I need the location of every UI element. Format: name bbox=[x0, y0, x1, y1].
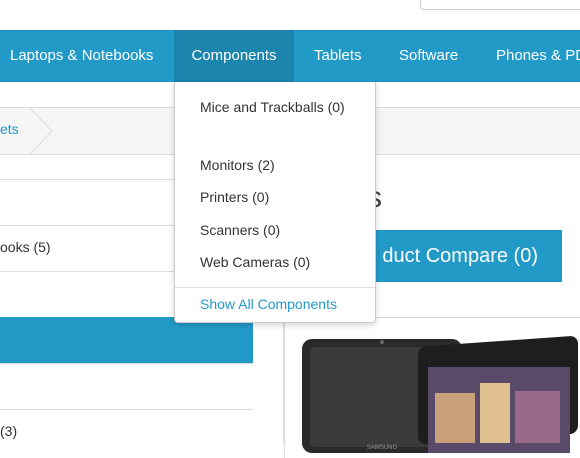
dropdown-item-webcams[interactable]: Web Cameras (0) bbox=[200, 250, 360, 275]
nav-item-software[interactable]: Software bbox=[399, 30, 458, 82]
list-item[interactable] bbox=[0, 363, 253, 410]
nav-item-tablets[interactable]: Tablets bbox=[314, 30, 362, 82]
dropdown-item-printers[interactable]: Printers (0) bbox=[200, 185, 360, 210]
breadcrumb-chevron-icon bbox=[29, 108, 53, 154]
product-card[interactable]: SAMSUNG bbox=[284, 317, 580, 458]
components-dropdown: Mice and Trackballs (0) Monitors (2) Pri… bbox=[174, 82, 376, 323]
dropdown-item-monitors[interactable]: Monitors (2) bbox=[200, 153, 360, 178]
dropdown-item-scanners[interactable]: Scanners (0) bbox=[200, 218, 360, 243]
tablet-image: SAMSUNG bbox=[302, 336, 578, 453]
main-nav: Laptops & Notebooks Components Tablets S… bbox=[0, 30, 580, 82]
nav-item-laptops[interactable]: Laptops & Notebooks bbox=[10, 30, 153, 82]
nav-item-phones[interactable]: Phones & PD bbox=[496, 30, 580, 82]
search-input[interactable] bbox=[420, 0, 580, 10]
nav-item-components[interactable]: Components bbox=[174, 30, 294, 82]
show-all-components-link[interactable]: Show All Components bbox=[200, 292, 337, 317]
dropdown-item-mice[interactable]: Mice and Trackballs (0) bbox=[200, 95, 360, 120]
dropdown-divider bbox=[175, 287, 375, 288]
top-bar bbox=[0, 0, 580, 30]
list-item-active[interactable] bbox=[0, 317, 253, 364]
product-brand-label: SAMSUNG bbox=[367, 445, 398, 451]
list-item[interactable]: (3) bbox=[0, 409, 253, 456]
breadcrumb-item-tablets[interactable]: ets bbox=[0, 121, 19, 137]
